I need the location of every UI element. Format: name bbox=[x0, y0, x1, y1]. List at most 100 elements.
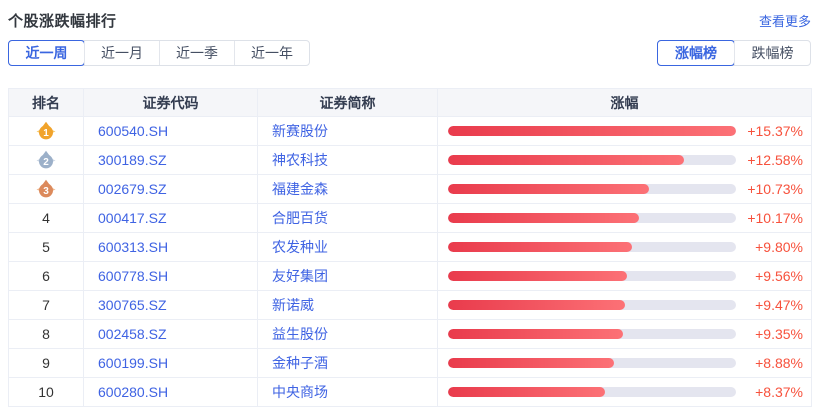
stock-code[interactable]: 600540.SH bbox=[83, 116, 258, 146]
stock-name[interactable]: 金种子酒 bbox=[257, 348, 438, 378]
rank-number: 10 bbox=[38, 384, 54, 400]
stock-code[interactable]: 300189.SZ bbox=[83, 145, 258, 175]
rank-type-tab-group: 涨幅榜 跌幅榜 bbox=[657, 40, 811, 66]
change-cell: +8.88% bbox=[438, 349, 811, 377]
stock-name[interactable]: 新赛股份 bbox=[257, 116, 438, 146]
stock-name[interactable]: 福建金森 bbox=[257, 174, 438, 204]
svg-text:3: 3 bbox=[43, 186, 49, 197]
change-bar-track bbox=[448, 126, 736, 136]
table-row: 7 300765.SZ 新诺威 +9.47% bbox=[8, 290, 812, 320]
rank-number: 8 bbox=[42, 326, 50, 342]
change-bar-fill bbox=[448, 213, 639, 223]
change-bar-track bbox=[448, 184, 736, 194]
table-row: 3 002679.SZ 福建金森 +10.73% bbox=[8, 174, 812, 204]
table-row: 8 002458.SZ 益生股份 +9.35% bbox=[8, 319, 812, 349]
change-cell: +12.58% bbox=[438, 146, 811, 174]
stock-name[interactable]: 农发种业 bbox=[257, 232, 438, 262]
table-row: 2 300189.SZ 神农科技 +12.58% bbox=[8, 145, 812, 175]
rank-number: 5 bbox=[42, 239, 50, 255]
table-row: 9 600199.SH 金种子酒 +8.88% bbox=[8, 348, 812, 378]
stock-name[interactable]: 友好集团 bbox=[257, 261, 438, 291]
table-row: 4 000417.SZ 合肥百货 +10.17% bbox=[8, 203, 812, 233]
change-bar-fill bbox=[448, 329, 624, 339]
stock-code[interactable]: 600778.SH bbox=[83, 261, 258, 291]
rank-cell: 4 bbox=[8, 203, 84, 233]
change-cell: +9.35% bbox=[438, 320, 811, 348]
rank-cell: 1 bbox=[8, 116, 84, 146]
change-bar-fill bbox=[448, 242, 632, 252]
col-header-code: 证券代码 bbox=[83, 88, 258, 117]
period-tab-group: 近一周 近一月 近一季 近一年 bbox=[8, 40, 310, 66]
change-cell: +9.80% bbox=[438, 233, 811, 261]
rank-medal-gold-icon: 1 bbox=[36, 121, 56, 141]
change-bar-fill bbox=[448, 155, 684, 165]
rank-cell: 6 bbox=[8, 261, 84, 291]
change-percent: +15.37% bbox=[747, 123, 803, 139]
stock-name[interactable]: 神农科技 bbox=[257, 145, 438, 175]
table-header-row: 排名 证券代码 证券简称 涨幅 bbox=[8, 88, 812, 117]
change-percent: +10.17% bbox=[747, 210, 803, 226]
change-bar-fill bbox=[448, 300, 626, 310]
change-bar-track bbox=[448, 387, 736, 397]
stock-code[interactable]: 600280.SH bbox=[83, 377, 258, 407]
tab-ranktype-涨幅榜[interactable]: 涨幅榜 bbox=[657, 40, 735, 66]
rank-cell: 9 bbox=[8, 348, 84, 378]
change-cell: +9.47% bbox=[438, 291, 811, 319]
stock-name[interactable]: 新诺威 bbox=[257, 290, 438, 320]
rank-cell: 8 bbox=[8, 319, 84, 349]
rank-number: 6 bbox=[42, 268, 50, 284]
stock-name[interactable]: 中央商场 bbox=[257, 377, 438, 407]
rank-number: 4 bbox=[42, 210, 50, 226]
change-cell: +10.73% bbox=[438, 175, 811, 203]
tab-period-近一周[interactable]: 近一周 bbox=[8, 40, 85, 66]
rank-cell: 7 bbox=[8, 290, 84, 320]
panel-header: 个股涨跌幅排行 查看更多 bbox=[8, 8, 811, 32]
col-header-name: 证券简称 bbox=[257, 88, 438, 117]
page-title: 个股涨跌幅排行 bbox=[8, 12, 117, 30]
stock-code[interactable]: 300765.SZ bbox=[83, 290, 258, 320]
change-bar-track bbox=[448, 242, 736, 252]
change-cell: +8.37% bbox=[438, 378, 811, 406]
rank-cell: 5 bbox=[8, 232, 84, 262]
tab-ranktype-跌幅榜[interactable]: 跌幅榜 bbox=[734, 41, 810, 65]
change-cell: +15.37% bbox=[438, 117, 811, 145]
change-percent: +9.56% bbox=[755, 268, 803, 284]
change-bar-track bbox=[448, 271, 736, 281]
svg-text:2: 2 bbox=[43, 157, 49, 168]
tab-period-近一月[interactable]: 近一月 bbox=[84, 41, 159, 65]
rank-number: 9 bbox=[42, 355, 50, 371]
change-percent: +9.47% bbox=[755, 297, 803, 313]
change-bar-track bbox=[448, 155, 736, 165]
table-row: 6 600778.SH 友好集团 +9.56% bbox=[8, 261, 812, 291]
tab-period-近一季[interactable]: 近一季 bbox=[159, 41, 234, 65]
tab-period-近一年[interactable]: 近一年 bbox=[234, 41, 309, 65]
col-header-change: 涨幅 bbox=[437, 88, 812, 117]
stock-name[interactable]: 合肥百货 bbox=[257, 203, 438, 233]
table-row: 5 600313.SH 农发种业 +9.80% bbox=[8, 232, 812, 262]
col-header-rank: 排名 bbox=[8, 88, 84, 117]
change-bar-fill bbox=[448, 387, 605, 397]
ranking-table: 排名 证券代码 证券简称 涨幅 1 600540.SH 新赛股份 +15.37%… bbox=[8, 88, 812, 407]
change-bar-track bbox=[448, 300, 736, 310]
change-percent: +8.88% bbox=[755, 355, 803, 371]
stock-code[interactable]: 600199.SH bbox=[83, 348, 258, 378]
view-more-link[interactable]: 查看更多 bbox=[759, 11, 811, 30]
change-percent: +9.35% bbox=[755, 326, 803, 342]
stock-code[interactable]: 002679.SZ bbox=[83, 174, 258, 204]
change-bar-track bbox=[448, 358, 736, 368]
rank-cell: 2 bbox=[8, 145, 84, 175]
stock-code[interactable]: 002458.SZ bbox=[83, 319, 258, 349]
change-bar-fill bbox=[448, 271, 628, 281]
stock-name[interactable]: 益生股份 bbox=[257, 319, 438, 349]
change-cell: +9.56% bbox=[438, 262, 811, 290]
change-bar-track bbox=[448, 329, 736, 339]
change-cell: +10.17% bbox=[438, 204, 811, 232]
rank-medal-bronze-icon: 3 bbox=[36, 179, 56, 199]
toolbar: 近一周 近一月 近一季 近一年 涨幅榜 跌幅榜 bbox=[8, 40, 811, 66]
change-percent: +9.80% bbox=[755, 239, 803, 255]
change-percent: +12.58% bbox=[747, 152, 803, 168]
stock-code[interactable]: 600313.SH bbox=[83, 232, 258, 262]
change-percent: +10.73% bbox=[747, 181, 803, 197]
stock-code[interactable]: 000417.SZ bbox=[83, 203, 258, 233]
change-bar-fill bbox=[448, 126, 736, 136]
